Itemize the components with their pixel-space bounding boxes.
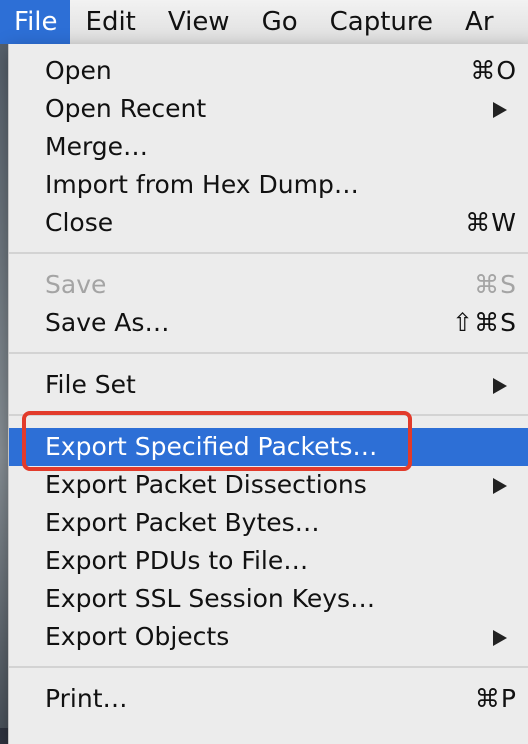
menubar-file[interactable]: File [0, 0, 70, 44]
background-window-edge [0, 44, 8, 728]
menu-item-export-packet-dissections[interactable]: Export Packet Dissections [9, 466, 528, 504]
menu-separator [9, 666, 528, 668]
menu-item-label: Open [45, 56, 112, 85]
menu-item-close[interactable]: Close ⌘W [9, 204, 528, 242]
menu-item-merge[interactable]: Merge… [9, 128, 528, 166]
menu-item-import-hex-dump[interactable]: Import from Hex Dump… [9, 166, 528, 204]
menu-item-save: Save ⌘S [9, 266, 528, 304]
shortcut-close: ⌘W [465, 208, 517, 237]
menu-item-label: Import from Hex Dump… [45, 170, 359, 199]
menu-item-export-ssl-keys[interactable]: Export SSL Session Keys… [9, 580, 528, 618]
menu-item-label: Close [45, 208, 114, 237]
menubar-capture[interactable]: Capture [314, 0, 449, 44]
menu-item-label: Export SSL Session Keys… [45, 584, 376, 613]
menu-item-export-pdus[interactable]: Export PDUs to File… [9, 542, 528, 580]
shortcut-print: ⌘P [474, 684, 517, 713]
menubar-go[interactable]: Go [246, 0, 314, 44]
shortcut-open: ⌘O [470, 56, 517, 85]
shortcut-save-as: ⇧⌘S [452, 308, 517, 337]
menu-separator [9, 352, 528, 354]
menu-item-label: Print… [45, 684, 128, 713]
menu-item-file-set[interactable]: File Set [9, 366, 528, 404]
menu-item-label: Save As… [45, 308, 170, 337]
menu-bar: File Edit View Go Capture Ar [0, 0, 528, 44]
menu-item-export-packet-bytes[interactable]: Export Packet Bytes… [9, 504, 528, 542]
menu-item-export-specified-packets[interactable]: Export Specified Packets… [9, 428, 528, 466]
shortcut-save: ⌘S [474, 270, 517, 299]
menubar-edit[interactable]: Edit [70, 0, 152, 44]
menubar-view[interactable]: View [152, 0, 246, 44]
menu-separator [9, 414, 528, 416]
menu-item-export-objects[interactable]: Export Objects [9, 618, 528, 656]
menu-item-label: File Set [45, 370, 136, 399]
menu-item-label: Export Specified Packets… [45, 432, 378, 461]
menu-item-label: Export Packet Bytes… [45, 508, 320, 537]
menu-item-print[interactable]: Print… ⌘P [9, 680, 528, 718]
menu-item-label: Export Objects [45, 622, 230, 651]
menu-item-save-as[interactable]: Save As… ⇧⌘S [9, 304, 528, 342]
menu-item-open-recent[interactable]: Open Recent [9, 90, 528, 128]
file-menu-dropdown: Open ⌘O Open Recent Merge… Import from H… [8, 44, 528, 744]
submenu-arrow-icon [493, 630, 507, 646]
menu-item-label: Save [45, 270, 107, 299]
submenu-arrow-icon [493, 478, 507, 494]
submenu-arrow-icon [493, 102, 507, 118]
menu-item-label: Export PDUs to File… [45, 546, 309, 575]
submenu-arrow-icon [493, 378, 507, 394]
menu-separator [9, 252, 528, 254]
menu-item-open[interactable]: Open ⌘O [9, 52, 528, 90]
menu-item-label: Merge… [45, 132, 149, 161]
menu-item-label: Open Recent [45, 94, 207, 123]
menubar-analyze[interactable]: Ar [449, 0, 509, 44]
menu-item-label: Export Packet Dissections [45, 470, 367, 499]
